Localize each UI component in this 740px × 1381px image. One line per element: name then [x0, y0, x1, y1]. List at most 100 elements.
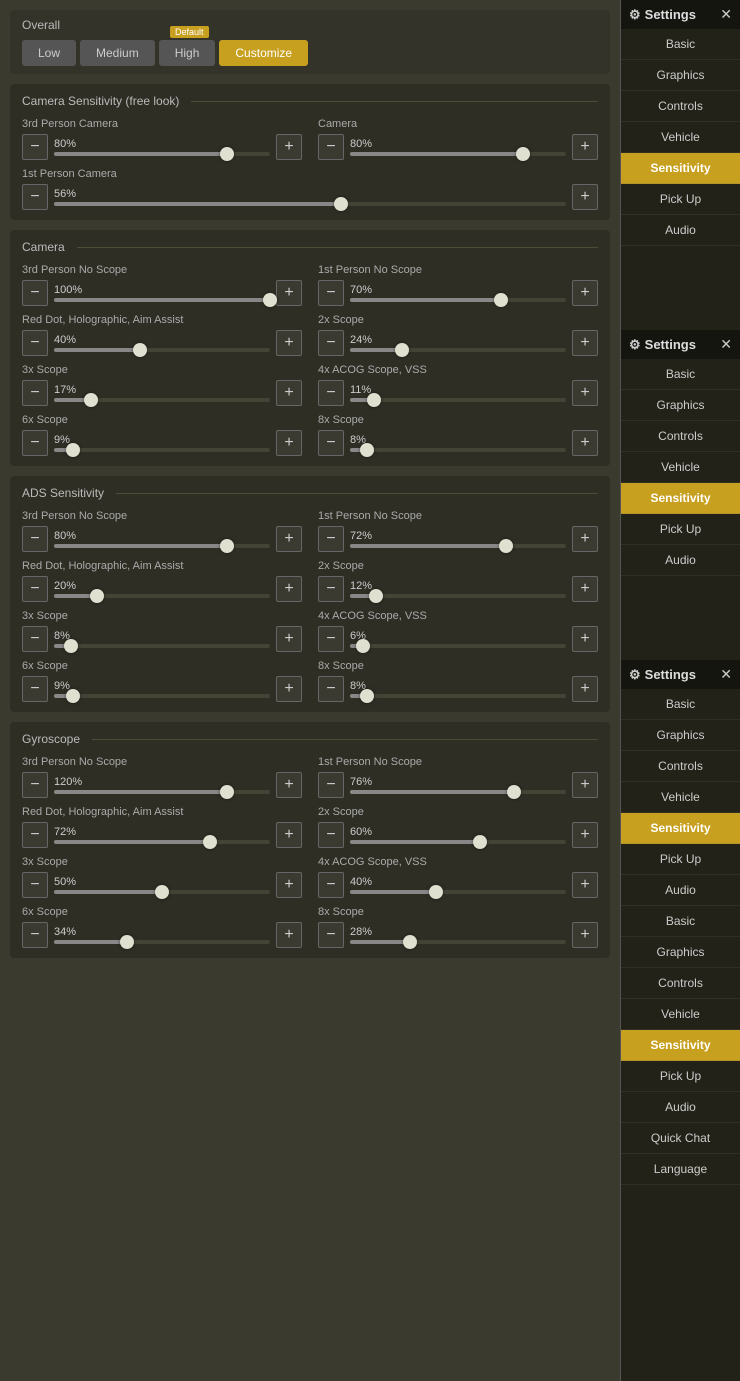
quality-low[interactable]: Low: [22, 40, 76, 66]
ads-4x-acog-minus[interactable]: −: [318, 626, 344, 652]
ads-red-dot-track[interactable]: [54, 594, 270, 598]
ads-6x-scope-plus[interactable]: +: [276, 676, 302, 702]
gyro-red-dot-plus[interactable]: +: [276, 822, 302, 848]
cam-2x-scope-track[interactable]: [350, 348, 566, 352]
gyro-6x-scope-track[interactable]: [54, 940, 270, 944]
sidebar-pickup-1[interactable]: Pick Up: [621, 184, 740, 215]
sidebar-sensitivity-1[interactable]: Sensitivity: [621, 153, 740, 184]
cam-4x-acog-track[interactable]: [350, 398, 566, 402]
slider-3rd-person-camera-track[interactable]: [54, 152, 270, 156]
gyro-8x-scope-plus[interactable]: +: [572, 922, 598, 948]
sidebar-vehicle-3a[interactable]: Vehicle: [621, 782, 740, 813]
slider-1st-person-camera-minus[interactable]: −: [22, 184, 48, 210]
quality-customize[interactable]: Customize: [219, 40, 308, 66]
cam-3rd-no-scope-minus[interactable]: −: [22, 280, 48, 306]
sidebar-pickup-2[interactable]: Pick Up: [621, 514, 740, 545]
sidebar-graphics-3b[interactable]: Graphics: [621, 937, 740, 968]
cam-4x-acog-minus[interactable]: −: [318, 380, 344, 406]
sidebar-basic-3b[interactable]: Basic: [621, 906, 740, 937]
sidebar-basic-3a[interactable]: Basic: [621, 689, 740, 720]
ads-3x-scope-minus[interactable]: −: [22, 626, 48, 652]
sidebar-vehicle-2[interactable]: Vehicle: [621, 452, 740, 483]
ads-red-dot-plus[interactable]: +: [276, 576, 302, 602]
ads-1st-no-scope-minus[interactable]: −: [318, 526, 344, 552]
gyro-2x-scope-minus[interactable]: −: [318, 822, 344, 848]
close-icon-3[interactable]: ✕: [720, 666, 732, 683]
gyro-red-dot-track[interactable]: [54, 840, 270, 844]
sidebar-pickup-3a[interactable]: Pick Up: [621, 844, 740, 875]
sidebar-audio-2[interactable]: Audio: [621, 545, 740, 576]
cam-6x-scope-plus[interactable]: +: [276, 430, 302, 456]
gyro-1st-no-scope-minus[interactable]: −: [318, 772, 344, 798]
gyro-6x-scope-plus[interactable]: +: [276, 922, 302, 948]
ads-3rd-no-scope-plus[interactable]: +: [276, 526, 302, 552]
cam-4x-acog-plus[interactable]: +: [572, 380, 598, 406]
cam-1st-no-scope-minus[interactable]: −: [318, 280, 344, 306]
sidebar-sensitivity-3a[interactable]: Sensitivity: [621, 813, 740, 844]
gyro-1st-no-scope-track[interactable]: [350, 790, 566, 794]
gyro-3rd-no-scope-minus[interactable]: −: [22, 772, 48, 798]
gyro-4x-acog-track[interactable]: [350, 890, 566, 894]
gyro-3x-scope-track[interactable]: [54, 890, 270, 894]
ads-3rd-no-scope-minus[interactable]: −: [22, 526, 48, 552]
sidebar-controls-3a[interactable]: Controls: [621, 751, 740, 782]
sidebar-graphics-3a[interactable]: Graphics: [621, 720, 740, 751]
cam-1st-no-scope-track[interactable]: [350, 298, 566, 302]
sidebar-controls-3b[interactable]: Controls: [621, 968, 740, 999]
gyro-3x-scope-minus[interactable]: −: [22, 872, 48, 898]
sidebar-audio-3b[interactable]: Audio: [621, 1092, 740, 1123]
ads-8x-scope-minus[interactable]: −: [318, 676, 344, 702]
sidebar-language-3[interactable]: Language: [621, 1154, 740, 1185]
cam-8x-scope-track[interactable]: [350, 448, 566, 452]
cam-2x-scope-plus[interactable]: +: [572, 330, 598, 356]
slider-camera-plus[interactable]: +: [572, 134, 598, 160]
gyro-1st-no-scope-plus[interactable]: +: [572, 772, 598, 798]
cam-3x-scope-minus[interactable]: −: [22, 380, 48, 406]
sidebar-vehicle-1[interactable]: Vehicle: [621, 122, 740, 153]
ads-4x-acog-plus[interactable]: +: [572, 626, 598, 652]
sidebar-basic-2[interactable]: Basic: [621, 359, 740, 390]
quality-medium[interactable]: Medium: [80, 40, 155, 66]
cam-red-dot-minus[interactable]: −: [22, 330, 48, 356]
ads-2x-scope-plus[interactable]: +: [572, 576, 598, 602]
ads-6x-scope-track[interactable]: [54, 694, 270, 698]
cam-2x-scope-minus[interactable]: −: [318, 330, 344, 356]
cam-6x-scope-track[interactable]: [54, 448, 270, 452]
close-icon-1[interactable]: ✕: [720, 6, 732, 23]
sidebar-audio-1[interactable]: Audio: [621, 215, 740, 246]
cam-3rd-no-scope-track[interactable]: [54, 298, 270, 302]
ads-8x-scope-plus[interactable]: +: [572, 676, 598, 702]
ads-1st-no-scope-track[interactable]: [350, 544, 566, 548]
sidebar-graphics-2[interactable]: Graphics: [621, 390, 740, 421]
gyro-2x-scope-track[interactable]: [350, 840, 566, 844]
ads-red-dot-minus[interactable]: −: [22, 576, 48, 602]
sidebar-controls-2[interactable]: Controls: [621, 421, 740, 452]
slider-1st-person-camera-track[interactable]: [54, 202, 566, 206]
slider-camera-minus[interactable]: −: [318, 134, 344, 160]
gyro-red-dot-minus[interactable]: −: [22, 822, 48, 848]
gyro-4x-acog-minus[interactable]: −: [318, 872, 344, 898]
cam-3x-scope-plus[interactable]: +: [276, 380, 302, 406]
ads-4x-acog-track[interactable]: [350, 644, 566, 648]
ads-2x-scope-track[interactable]: [350, 594, 566, 598]
sidebar-audio-3a[interactable]: Audio: [621, 875, 740, 906]
cam-8x-scope-minus[interactable]: −: [318, 430, 344, 456]
cam-red-dot-plus[interactable]: +: [276, 330, 302, 356]
sidebar-sensitivity-3b[interactable]: Sensitivity: [621, 1030, 740, 1061]
gyro-3rd-no-scope-plus[interactable]: +: [276, 772, 302, 798]
ads-6x-scope-minus[interactable]: −: [22, 676, 48, 702]
cam-3rd-no-scope-plus[interactable]: +: [276, 280, 302, 306]
gyro-4x-acog-plus[interactable]: +: [572, 872, 598, 898]
slider-1st-person-camera-plus[interactable]: +: [572, 184, 598, 210]
ads-3x-scope-track[interactable]: [54, 644, 270, 648]
cam-8x-scope-plus[interactable]: +: [572, 430, 598, 456]
sidebar-controls-1[interactable]: Controls: [621, 91, 740, 122]
ads-1st-no-scope-plus[interactable]: +: [572, 526, 598, 552]
sidebar-graphics-1[interactable]: Graphics: [621, 60, 740, 91]
slider-3rd-person-camera-minus[interactable]: −: [22, 134, 48, 160]
cam-red-dot-track[interactable]: [54, 348, 270, 352]
cam-6x-scope-minus[interactable]: −: [22, 430, 48, 456]
ads-3x-scope-plus[interactable]: +: [276, 626, 302, 652]
sidebar-sensitivity-2[interactable]: Sensitivity: [621, 483, 740, 514]
gyro-8x-scope-track[interactable]: [350, 940, 566, 944]
